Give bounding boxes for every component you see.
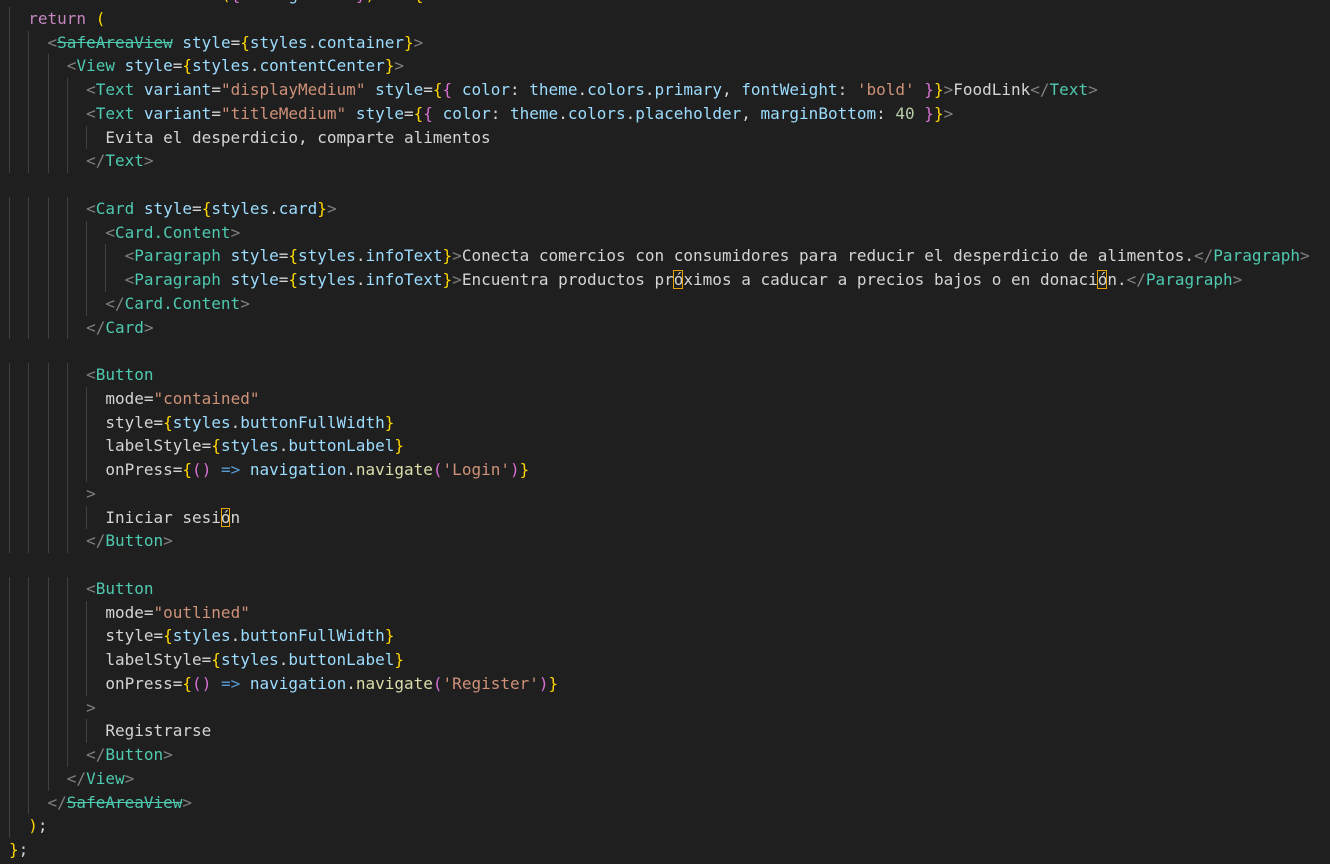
code-line[interactable]: style={styles.buttonFullWidth} — [0, 410, 1330, 435]
code-text: </Card> — [86, 317, 154, 337]
code-line[interactable]: </View> — [0, 766, 1330, 791]
code-line[interactable]: <Text variant="displayMedium" style={{ c… — [0, 78, 1330, 102]
code-line[interactable] — [0, 553, 1330, 577]
code-text: style={styles.buttonFullWidth} — [105, 412, 395, 432]
code-line[interactable]: </SafeAreaView> — [0, 790, 1330, 815]
code-line[interactable]: </Card> — [0, 315, 1330, 340]
code-text: <SafeAreaView style={styles.container}> — [47, 32, 424, 52]
code-line[interactable]: > — [0, 481, 1330, 506]
match-highlight — [673, 270, 684, 289]
code-text: <View style={styles.contentCenter}> — [66, 56, 405, 76]
code-text: </SafeAreaView> — [47, 792, 193, 812]
code-text: Evita el desperdicio, comparte alimentos — [9, 127, 491, 147]
code-text: labelStyle={styles.buttonLabel} — [105, 436, 404, 456]
code-text: Registrarse — [9, 721, 212, 741]
code-lines: const WelcomeScreen = ({ navigation }) =… — [0, 0, 1330, 862]
code-line[interactable]: onPress={() => navigation.navigate('Logi… — [0, 458, 1330, 482]
code-line[interactable]: <View style={styles.contentCenter}> — [0, 54, 1330, 78]
code-text: onPress={() => navigation.navigate('Regi… — [105, 673, 559, 693]
match-highlight — [220, 507, 231, 527]
code-text: onPress={() => navigation.navigate('Logi… — [105, 460, 530, 479]
code-line[interactable]: <Card style={styles.card}> — [0, 196, 1330, 221]
code-text: <Paragraph style={styles.infoText}>Conec… — [124, 246, 1310, 266]
code-line[interactable]: ); — [0, 814, 1330, 838]
code-line[interactable]: Evita el desperdicio, comparte alimentos — [0, 125, 1330, 150]
code-line[interactable]: Iniciar sesión — [0, 505, 1330, 530]
code-text: <Button — [86, 578, 154, 598]
code-text: </Text> — [86, 151, 154, 171]
code-line[interactable]: <Paragraph style={styles.infoText}>Encue… — [0, 268, 1330, 292]
code-line[interactable]: </Button> — [0, 529, 1330, 553]
code-text: > — [86, 697, 96, 717]
code-text: const WelcomeScreen = ({ navigation }) =… — [9, 0, 423, 4]
code-line[interactable]: </Card.Content> — [0, 291, 1330, 316]
code-text: <Text variant="displayMedium" style={{ c… — [86, 80, 1098, 99]
code-line[interactable]: <Text variant="titleMedium" style={{ col… — [0, 101, 1330, 126]
code-text: }; — [9, 840, 29, 859]
code-line[interactable]: <Paragraph style={styles.infoText}>Conec… — [0, 244, 1330, 268]
code-text: return ( — [28, 8, 106, 28]
code-text: </Card.Content> — [105, 293, 250, 313]
code-text: <Paragraph style={styles.infoText}>Encue… — [124, 270, 1243, 289]
code-text: labelStyle={styles.buttonLabel} — [105, 650, 404, 669]
code-line[interactable]: mode="outlined" — [0, 600, 1330, 625]
code-text: </Button> — [86, 531, 173, 551]
code-line[interactable]: <Card.Content> — [0, 220, 1330, 245]
code-text: <Card style={styles.card}> — [86, 198, 337, 218]
code-text: mode="outlined" — [105, 602, 250, 622]
code-line[interactable]: Registrarse — [0, 719, 1330, 743]
code-line[interactable] — [0, 339, 1330, 363]
code-text: mode="contained" — [105, 388, 260, 408]
code-text: </View> — [66, 768, 135, 788]
code-line[interactable] — [0, 173, 1330, 197]
code-line[interactable]: mode="contained" — [0, 386, 1330, 411]
code-text: Iniciar sesión — [9, 507, 241, 527]
code-line[interactable]: </Button> — [0, 743, 1330, 767]
code-text: </Button> — [86, 745, 173, 764]
code-text: <Button — [86, 365, 154, 384]
code-text: <Card.Content> — [105, 222, 241, 242]
code-line[interactable]: > — [0, 695, 1330, 720]
code-text: > — [86, 483, 96, 503]
code-line[interactable]: labelStyle={styles.buttonLabel} — [0, 648, 1330, 672]
code-line[interactable]: </Text> — [0, 149, 1330, 173]
code-line[interactable]: }; — [0, 838, 1330, 862]
code-text: style={styles.buttonFullWidth} — [105, 626, 395, 646]
code-line[interactable]: return ( — [0, 6, 1330, 31]
code-text: ); — [28, 816, 48, 836]
code-line[interactable]: style={styles.buttonFullWidth} — [0, 624, 1330, 648]
code-line[interactable]: labelStyle={styles.buttonLabel} — [0, 434, 1330, 458]
code-editor[interactable]: const WelcomeScreen = ({ navigation }) =… — [0, 0, 1330, 864]
code-line[interactable]: <Button — [0, 576, 1330, 601]
match-highlight — [1097, 270, 1107, 289]
code-text: <Text variant="titleMedium" style={{ col… — [86, 103, 954, 123]
code-line[interactable]: onPress={() => navigation.navigate('Regi… — [0, 671, 1330, 696]
code-line[interactable]: <Button — [0, 363, 1330, 387]
code-line[interactable]: <SafeAreaView style={styles.container}> — [0, 30, 1330, 55]
code-line[interactable]: const WelcomeScreen = ({ navigation }) =… — [0, 0, 1330, 7]
